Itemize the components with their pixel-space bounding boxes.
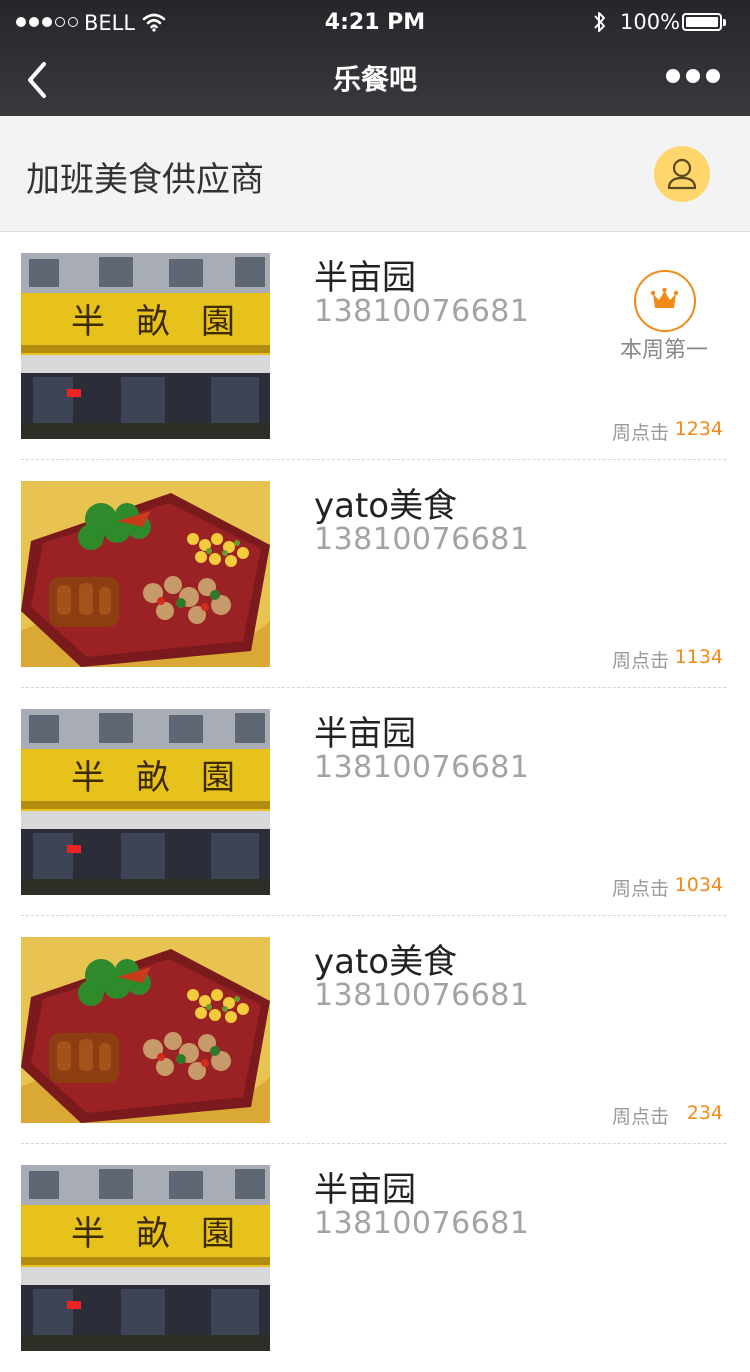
vendor-image: 半 畝 園 <box>21 1165 270 1351</box>
user-icon <box>667 158 697 190</box>
battery-percent: 100% <box>620 10 681 34</box>
list-item[interactable]: yato美食 13810076681 周点击 1134 <box>0 460 750 688</box>
vendor-image <box>21 937 270 1123</box>
vendor-image: 半 畝 園 <box>21 709 270 895</box>
vendor-phone: 13810076681 <box>314 522 530 557</box>
vendor-name: 半亩园 <box>314 258 416 298</box>
profile-button[interactable] <box>654 146 710 202</box>
clicks-label: 周点击 <box>612 1106 670 1128</box>
clicks-label: 周点击 <box>612 650 670 672</box>
vendor-name: yato美食 <box>314 486 458 526</box>
vendor-image <box>21 481 270 667</box>
list-item[interactable]: 半 畝 園 半亩园 13810076681 本周第一 周点击 1234 <box>0 232 750 460</box>
more-dots-icon <box>666 69 680 83</box>
svg-text:半: 半 <box>71 302 105 342</box>
clicks-label: 周点击 <box>612 422 670 444</box>
vendor-name: 半亩园 <box>314 1170 416 1210</box>
page-title: 乐餐吧 <box>332 63 417 96</box>
svg-text:園: 園 <box>201 302 235 342</box>
vendor-phone: 13810076681 <box>314 1206 530 1241</box>
vendor-phone: 13810076681 <box>314 978 530 1013</box>
vendor-image: 半 畝 園 <box>21 253 270 439</box>
vendor-phone: 13810076681 <box>314 750 530 785</box>
crown-icon <box>634 270 696 332</box>
svg-text:園: 園 <box>201 758 235 798</box>
list-item[interactable]: yato美食 13810076681 周点击 234 <box>0 916 750 1144</box>
svg-text:半: 半 <box>71 758 105 798</box>
svg-text:畝: 畝 <box>136 1214 170 1254</box>
svg-text:畝: 畝 <box>136 758 170 798</box>
vendor-phone: 13810076681 <box>314 294 530 329</box>
clicks-label: 周点击 <box>612 878 670 900</box>
top-badge-label: 本周第一 <box>620 338 709 363</box>
more-button[interactable] <box>666 64 726 88</box>
list-item[interactable]: 半 畝 園 半亩园 13810076681 <box>0 1144 750 1372</box>
svg-text:園: 園 <box>201 1214 235 1254</box>
clicks-count: 1234 <box>674 418 723 440</box>
battery-icon <box>682 13 726 31</box>
top-bar: BELL 4:21 PM 100% 乐餐吧 <box>0 0 750 116</box>
clicks-count: 234 <box>686 1102 723 1124</box>
svg-text:半: 半 <box>71 1214 105 1254</box>
bluetooth-icon <box>594 12 605 32</box>
navigation-bar: 乐餐吧 <box>0 44 750 116</box>
status-bar: BELL 4:21 PM 100% <box>0 0 750 44</box>
vendor-list: 半 畝 園 半亩园 13810076681 本周第一 周点击 1234 yato… <box>0 232 750 1372</box>
svg-text:畝: 畝 <box>136 302 170 342</box>
clicks-count: 1134 <box>674 646 723 668</box>
section-title: 加班美食供应商 <box>26 160 264 200</box>
vendor-name: 半亩园 <box>314 714 416 754</box>
vendor-name: yato美食 <box>314 942 458 982</box>
list-item[interactable]: 半 畝 園 半亩园 13810076681 周点击 1034 <box>0 688 750 916</box>
section-header: 加班美食供应商 <box>0 116 750 232</box>
clicks-count: 1034 <box>674 874 723 896</box>
